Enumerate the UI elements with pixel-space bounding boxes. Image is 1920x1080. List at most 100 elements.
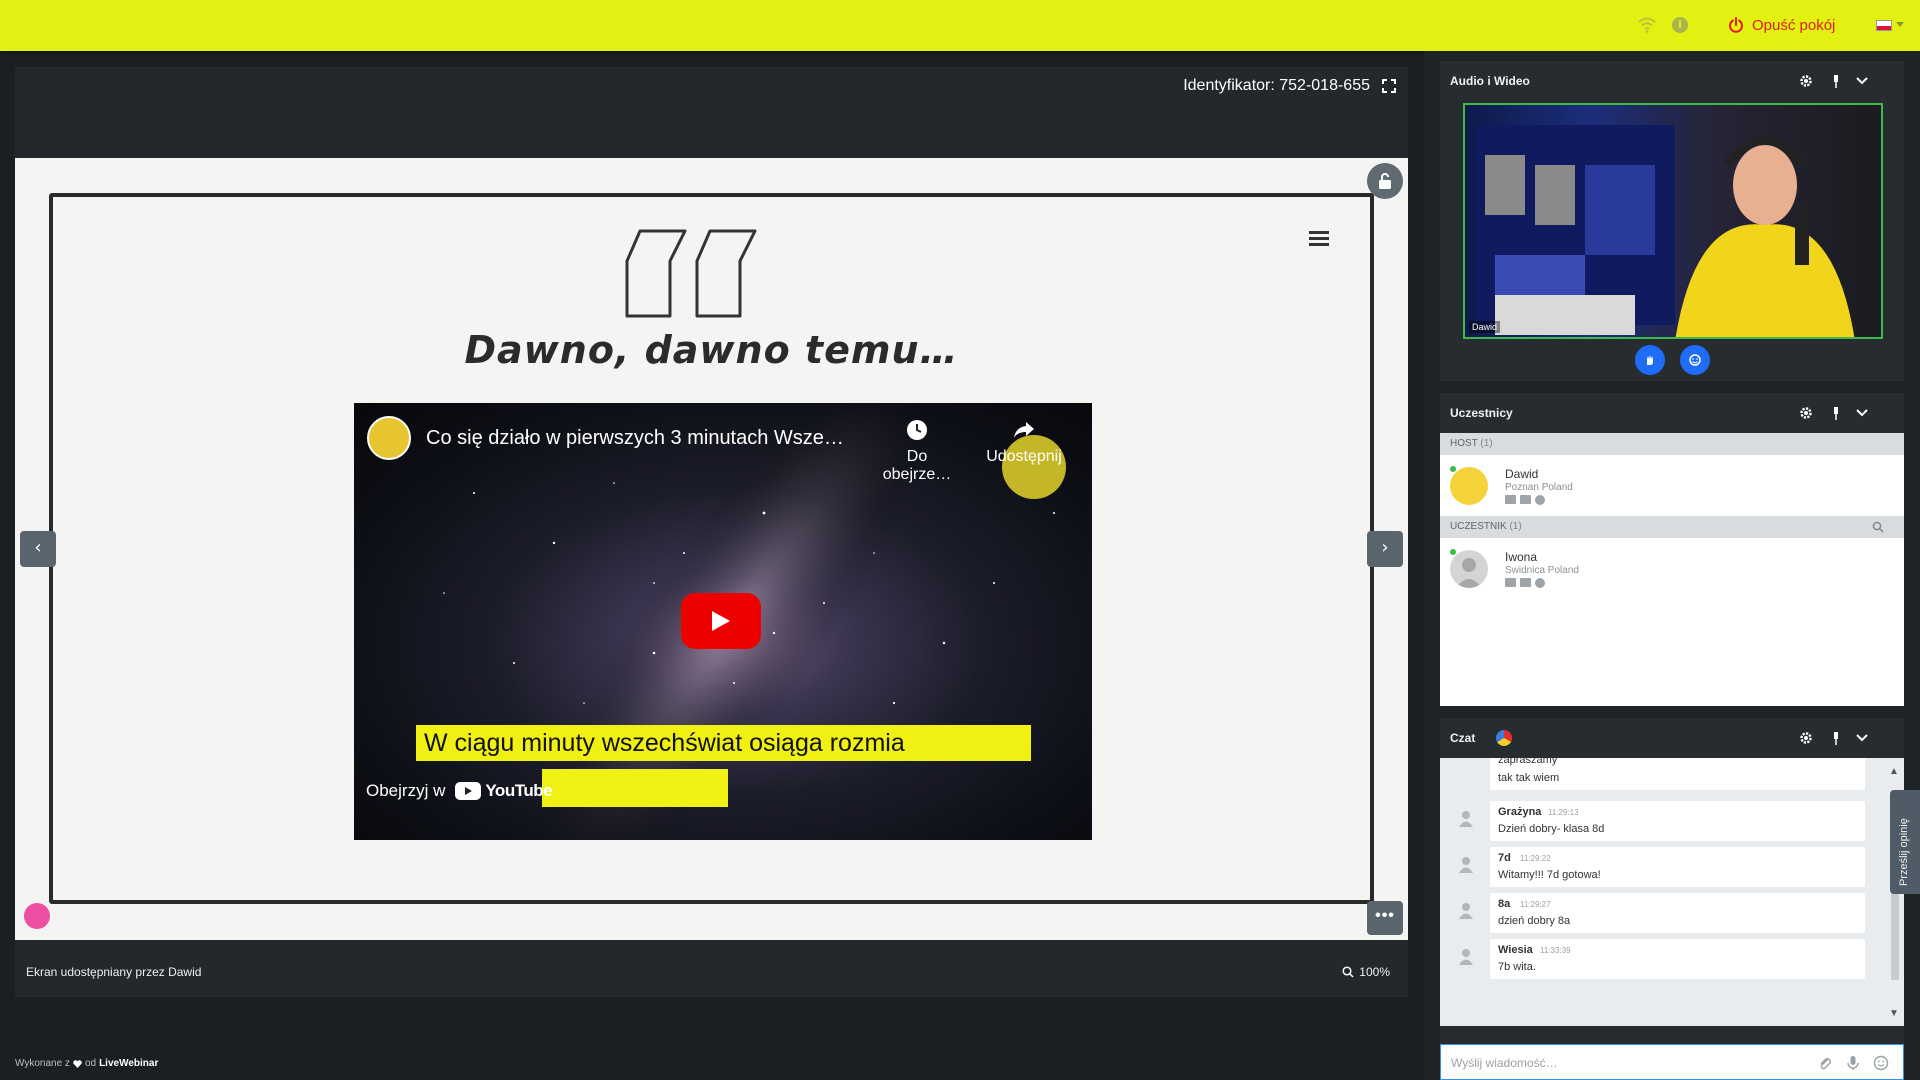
unlock-button[interactable] xyxy=(1367,163,1403,199)
leave-room-button[interactable]: Opuść pokój xyxy=(1728,14,1835,36)
message-text: 7b wita. xyxy=(1498,961,1536,973)
previous-slide-button[interactable]: ‹ xyxy=(20,531,56,567)
participant-name: Dawid xyxy=(1505,467,1539,481)
reaction-button[interactable] xyxy=(1680,345,1710,375)
windows-icon xyxy=(1520,495,1531,504)
message-author: 7d xyxy=(1498,852,1511,864)
chevron-down-icon[interactable] xyxy=(1896,22,1904,27)
participant-location: Swidnica Poland xyxy=(1505,565,1579,576)
panel-header: Czat xyxy=(1440,718,1904,758)
participant-video[interactable]: Dawid xyxy=(1463,103,1883,339)
zoom-icon xyxy=(1342,966,1354,978)
user-icon xyxy=(1459,949,1473,965)
participant-item[interactable]: Iwona Swidnica Poland xyxy=(1440,538,1904,599)
chevron-down-icon[interactable] xyxy=(1854,405,1870,421)
fullscreen-icon[interactable] xyxy=(1382,79,1396,93)
browser-icon xyxy=(1535,578,1545,588)
youtube-icon xyxy=(455,782,482,800)
watch-later-button[interactable]: Do obejrze… xyxy=(872,418,962,484)
menu-icon[interactable] xyxy=(1308,228,1330,250)
zoom-control[interactable]: 100% xyxy=(1342,965,1390,979)
unlock-icon xyxy=(1379,173,1391,189)
leave-room-label: Opuść pokój xyxy=(1752,16,1836,34)
language-icon[interactable] xyxy=(1496,730,1512,746)
participant-name: Iwona xyxy=(1505,550,1538,564)
youtube-video-embed[interactable]: Co się działo w pierwszych 3 minutach Ws… xyxy=(354,403,1092,840)
video-name-label: Dawid xyxy=(1469,321,1501,333)
message-text: tak tak wiem xyxy=(1498,772,1560,784)
credit-brand[interactable]: LiveWebinar xyxy=(99,1058,158,1069)
quote-mark-icon xyxy=(625,229,757,318)
message-text: Witamy!!! 7d gotowa! xyxy=(1498,869,1601,881)
user-icon xyxy=(1456,558,1482,588)
chevron-down-icon[interactable]: ▼ xyxy=(1889,1008,1899,1019)
credit-prefix: Wykonane z xyxy=(15,1058,70,1069)
message-author: Wiesia xyxy=(1498,944,1533,956)
pin-icon[interactable] xyxy=(1828,73,1844,89)
chevron-up-icon[interactable]: ▲ xyxy=(1889,766,1899,777)
raise-hand-button[interactable] xyxy=(1635,345,1665,375)
gear-icon[interactable] xyxy=(1798,405,1814,421)
top-bar: i Opuść pokój xyxy=(0,0,1920,51)
device-icons xyxy=(1505,578,1545,588)
screen-shared-by: Ekran udostępniany przez Dawid xyxy=(26,965,202,979)
user-icon xyxy=(1459,857,1473,873)
group-header-host[interactable]: HOST (1) xyxy=(1440,433,1904,455)
chevron-down-icon[interactable] xyxy=(1854,73,1870,89)
watch-on-youtube-link[interactable]: Obejrzyj w YouTube xyxy=(366,781,553,801)
group-label: UCZESTNIK xyxy=(1450,521,1507,532)
paperclip-icon[interactable] xyxy=(1817,1055,1833,1071)
youtube-label: YouTube xyxy=(485,781,553,800)
slide-title: Dawno, dawno temu… xyxy=(464,328,959,372)
group-header-attendee[interactable]: UCZESTNIK (1) xyxy=(1440,516,1904,538)
youtube-logo: YouTube xyxy=(455,781,553,801)
participant-item[interactable]: Dawid Poznan Poland xyxy=(1440,455,1904,516)
watch-later-label: Do obejrze… xyxy=(882,448,952,483)
message-time: 11:33:39 xyxy=(1540,946,1571,955)
group-count: (1) xyxy=(1480,438,1493,449)
emoji-icon[interactable] xyxy=(1873,1055,1889,1071)
panel-title: Uczestnicy xyxy=(1450,406,1513,420)
pin-icon[interactable] xyxy=(1828,405,1844,421)
chat-input-box[interactable] xyxy=(1440,1044,1904,1080)
message-time: 11:29:22 xyxy=(1520,854,1551,863)
more-options-button[interactable]: ••• xyxy=(1367,901,1403,935)
channel-avatar[interactable] xyxy=(367,416,411,460)
participants-list: HOST (1) Dawid Poznan Poland UCZESTNIK (… xyxy=(1440,433,1904,706)
chat-message: 7d 11:29:22 Witamy!!! 7d gotowa! xyxy=(1440,847,1880,887)
message-time: 11:29:27 xyxy=(1520,900,1551,909)
message-input[interactable] xyxy=(1451,1053,1811,1073)
chevron-down-icon[interactable] xyxy=(1854,730,1870,746)
gear-icon[interactable] xyxy=(1798,730,1814,746)
smiley-icon xyxy=(1689,354,1701,366)
gear-icon[interactable] xyxy=(1798,73,1814,89)
message-author: 8a xyxy=(1498,898,1511,910)
share-button[interactable]: Udostępnij xyxy=(984,418,1064,466)
stage-footer: Ekran udostępniany przez Dawid 100% xyxy=(15,947,1408,997)
webcam-scene xyxy=(1475,125,1855,337)
play-button[interactable] xyxy=(681,593,761,649)
panel-header: Audio i Wideo xyxy=(1440,61,1904,101)
search-icon[interactable] xyxy=(1872,521,1884,533)
message-author: Grażyna xyxy=(1498,806,1542,818)
message-bubble: Grażyna 11:29:13 Dzień dobry- klasa 8d xyxy=(1490,801,1865,841)
feedback-tab[interactable]: Prześlij opinię xyxy=(1890,790,1920,894)
app-logo-icon[interactable] xyxy=(24,903,50,929)
zoom-level: 100% xyxy=(1359,965,1390,979)
flag-pl-icon[interactable] xyxy=(1876,20,1892,31)
meeting-id: Identyfikator: 752-018-655 xyxy=(1183,77,1370,94)
credit-middle: od xyxy=(84,1058,97,1069)
hand-icon xyxy=(1647,355,1653,365)
device-icons xyxy=(1505,495,1545,505)
power-icon xyxy=(1729,17,1743,33)
info-icon[interactable]: i xyxy=(1672,17,1688,33)
pin-icon[interactable] xyxy=(1828,730,1844,746)
video-title[interactable]: Co się działo w pierwszych 3 minutach Ws… xyxy=(426,427,844,450)
next-slide-button[interactable]: › xyxy=(1367,531,1403,567)
play-icon xyxy=(712,611,730,631)
microphone-icon[interactable] xyxy=(1845,1055,1861,1071)
user-icon xyxy=(1459,811,1473,827)
feedback-label: Prześlij opinię xyxy=(1898,818,1910,886)
chat-message: Grażyna 11:29:13 Dzień dobry- klasa 8d xyxy=(1440,801,1880,841)
scrollbar-thumb[interactable] xyxy=(1891,880,1899,980)
